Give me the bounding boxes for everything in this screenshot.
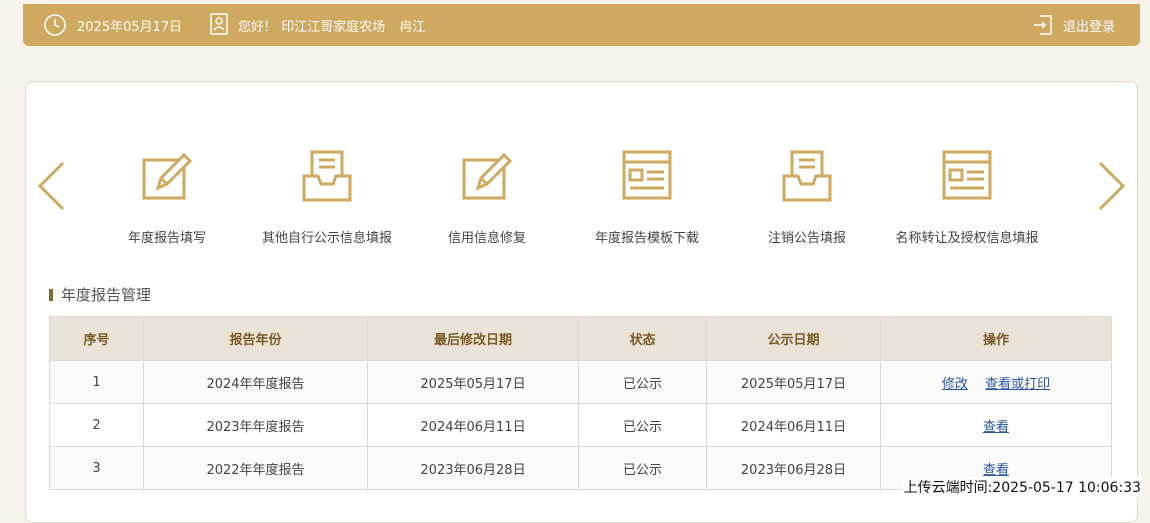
table-row: 1 2024年年度报告 2025年05月17日 已公示 2025年05月17日 … xyxy=(49,360,1112,404)
chevron-left-icon xyxy=(37,161,65,211)
report-table: 序号 报告年份 最后修改日期 状态 公示日期 操作 1 2024年年度报告 20… xyxy=(49,316,1112,490)
cell-modified: 2025年05月17日 xyxy=(367,360,579,404)
upload-timestamp: 上传云端时间:2025-05-17 10:06:33 xyxy=(901,477,1143,497)
date-display: 2025年05月17日 xyxy=(43,4,182,46)
cell-actions: 查看 xyxy=(880,403,1112,447)
cell-no: 3 xyxy=(49,446,144,490)
table-header-row: 序号 报告年份 最后修改日期 状态 公示日期 操作 xyxy=(49,316,1112,361)
carousel-prev-button[interactable] xyxy=(36,160,66,212)
logout-label: 退出登录 xyxy=(1063,19,1116,35)
cell-modified: 2023年06月28日 xyxy=(367,446,579,490)
cell-no: 1 xyxy=(49,360,144,404)
section-marker xyxy=(49,288,53,301)
edit-link[interactable]: 修改 xyxy=(942,377,968,392)
cell-published: 2024年06月11日 xyxy=(706,403,881,447)
section-title-text: 年度报告管理 xyxy=(61,286,152,304)
cell-status: 已公示 xyxy=(578,360,707,404)
view-link[interactable]: 查看 xyxy=(983,463,1009,478)
logout-icon xyxy=(1032,14,1054,36)
col-header-no: 序号 xyxy=(49,316,144,361)
col-header-year: 报告年份 xyxy=(143,316,368,361)
user-info: 您好! 印江江哥家庭农场 冉江 xyxy=(209,4,425,46)
cell-status: 已公示 xyxy=(578,446,707,490)
section-title: 年度报告管理 xyxy=(49,284,151,305)
cell-status: 已公示 xyxy=(578,403,707,447)
clock-icon xyxy=(43,13,67,37)
cell-year: 2022年年度报告 xyxy=(143,446,368,490)
top-bar: 2025年05月17日 您好! 印江江哥家庭农场 冉江 退出登录 xyxy=(23,4,1140,46)
cell-year: 2023年年度报告 xyxy=(143,403,368,447)
col-header-modified: 最后修改日期 xyxy=(367,316,579,361)
tile-name-transfer[interactable]: 名称转让及授权信息填报 xyxy=(867,150,1067,246)
template-window-icon xyxy=(867,150,1067,212)
col-header-actions: 操作 xyxy=(880,316,1112,361)
user-card-icon xyxy=(209,13,229,37)
greeting-text: 您好! xyxy=(238,19,270,35)
current-date: 2025年05月17日 xyxy=(77,19,183,35)
cell-year: 2024年年度报告 xyxy=(143,360,368,404)
company-name: 印江江哥家庭农场 xyxy=(281,19,386,35)
carousel-next-button[interactable] xyxy=(1097,160,1127,212)
col-header-published: 公示日期 xyxy=(706,316,881,361)
logout-button[interactable]: 退出登录 xyxy=(1032,4,1115,46)
view-link[interactable]: 查看 xyxy=(983,420,1009,435)
table-row: 2 2023年年度报告 2024年06月11日 已公示 2024年06月11日 … xyxy=(49,403,1112,447)
cell-actions: 修改 查看或打印 xyxy=(880,360,1112,404)
view-print-link[interactable]: 查看或打印 xyxy=(985,377,1050,392)
cell-published: 2023年06月28日 xyxy=(706,446,881,490)
tile-label: 名称转让及授权信息填报 xyxy=(895,231,1039,246)
cell-no: 2 xyxy=(49,403,144,447)
cell-published: 2025年05月17日 xyxy=(706,360,881,404)
col-header-status: 状态 xyxy=(578,316,707,361)
chevron-right-icon xyxy=(1098,161,1126,211)
cell-modified: 2024年06月11日 xyxy=(367,403,579,447)
user-name: 冉江 xyxy=(399,19,426,35)
